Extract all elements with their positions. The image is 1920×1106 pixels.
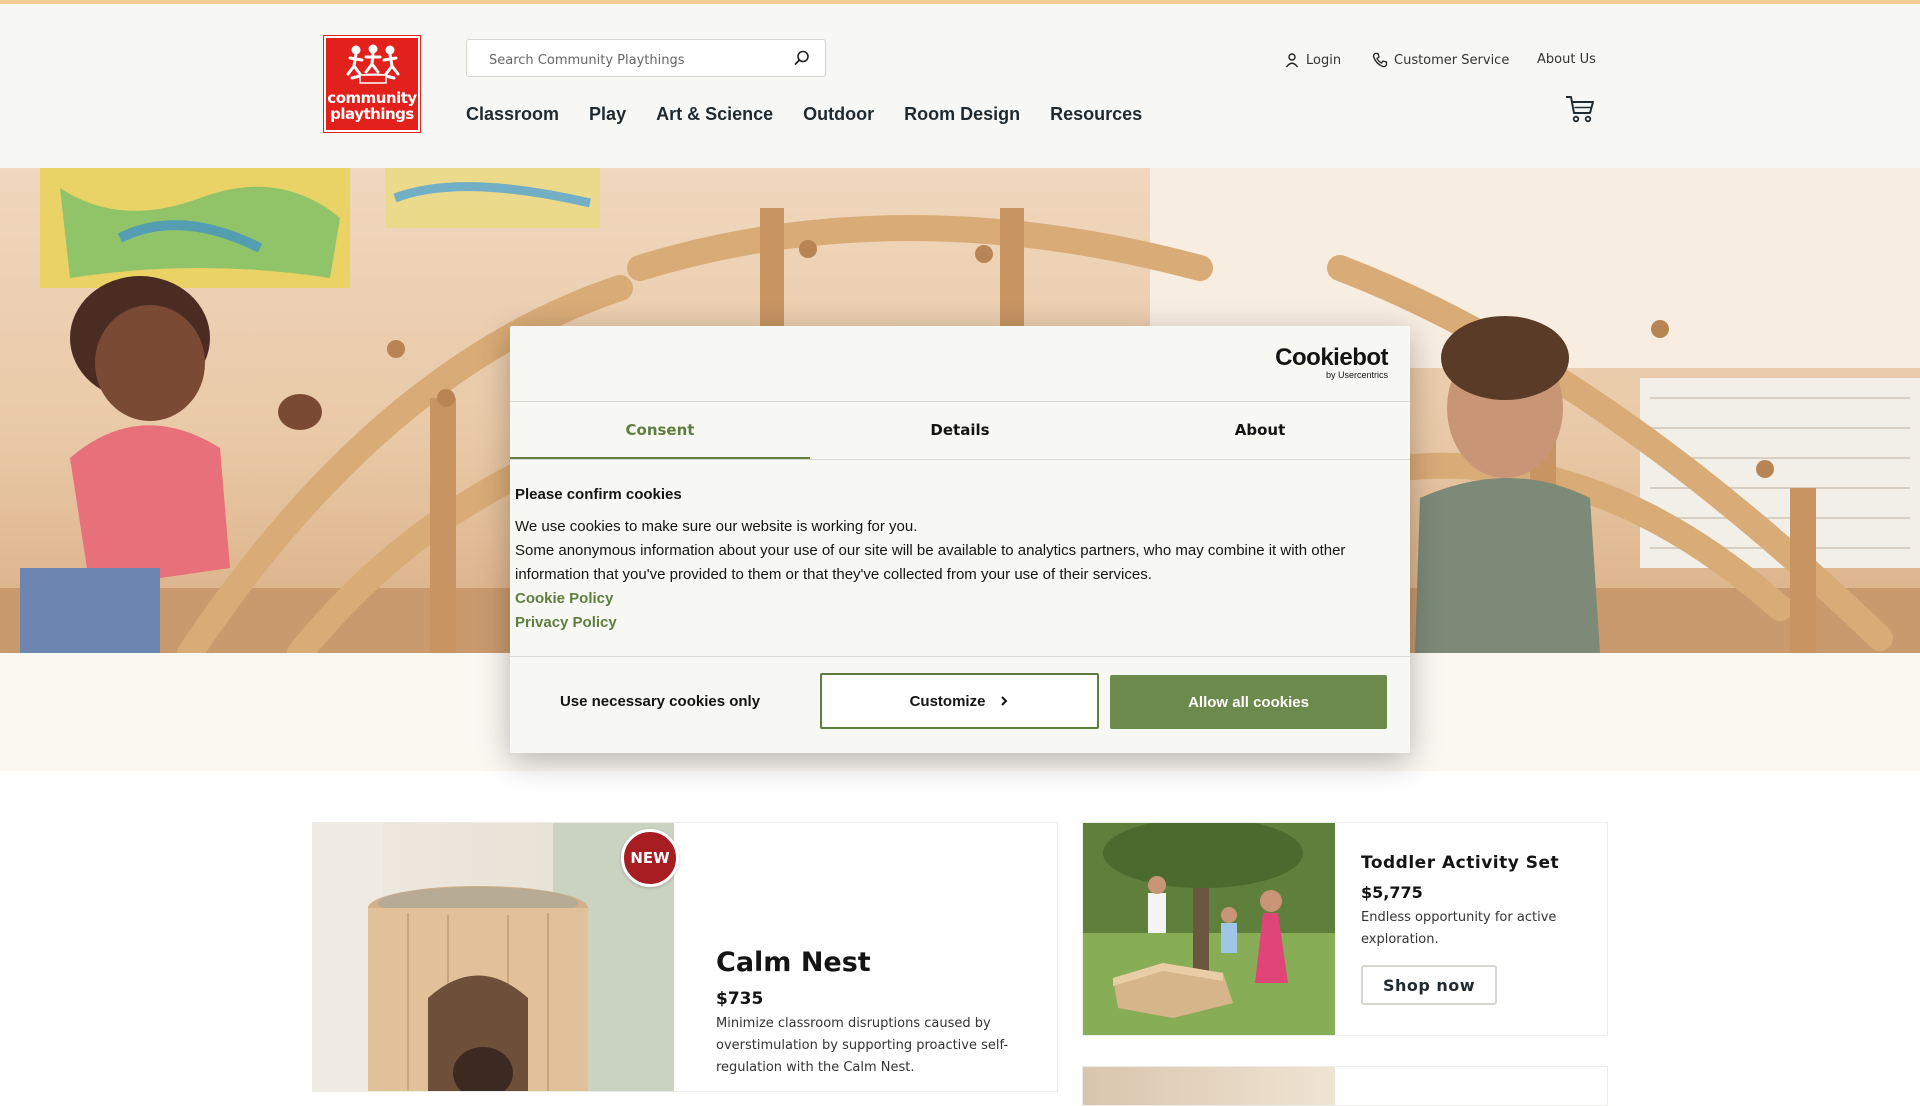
new-badge: NEW	[621, 829, 679, 887]
consent-tabs: Consent Details About	[510, 401, 1410, 460]
product-description: Endless opportunity for active explorati…	[1361, 910, 1557, 947]
allow-all-cookies-button[interactable]: Allow all cookies	[1110, 675, 1387, 729]
about-us-label: About Us	[1537, 52, 1596, 67]
privacy-policy-link[interactable]: Privacy Policy	[515, 611, 1395, 635]
main-nav: Classroom Play Art & Science Outdoor Roo…	[466, 104, 1172, 125]
next-product-image	[1083, 1067, 1335, 1105]
buttons-divider	[510, 656, 1410, 657]
logo-wordmark-bottom: playthings	[330, 105, 414, 123]
nav-play[interactable]: Play	[589, 104, 626, 125]
logo-wordmark-top: community	[327, 89, 417, 107]
consent-line-1: We use cookies to make sure our website …	[515, 518, 918, 535]
tab-consent[interactable]: Consent	[510, 401, 810, 460]
shop-now-button[interactable]: Shop now	[1361, 965, 1497, 1005]
toddler-activity-illustration	[1083, 823, 1335, 1035]
login-link[interactable]: Login	[1284, 52, 1341, 68]
customize-label: Customize	[909, 692, 986, 710]
nav-room-design[interactable]: Room Design	[904, 104, 1020, 125]
cookie-policy-link[interactable]: Cookie Policy	[515, 587, 1395, 611]
customer-service-label: Customer Service	[1394, 52, 1510, 68]
phone-icon	[1372, 52, 1388, 68]
chevron-right-icon	[1001, 696, 1008, 706]
cookiebot-logo: Cookiebot by Usercentrics	[1275, 344, 1388, 381]
toddler-activity-image	[1083, 823, 1335, 1035]
product-card-toddler-activity-set[interactable]: Toddler Activity Set $5,775 Endless oppo…	[1082, 822, 1608, 1036]
consent-line-2: Some anonymous information about your us…	[515, 542, 1346, 583]
necessary-cookies-button[interactable]: Use necessary cookies only	[510, 673, 810, 729]
search-icon[interactable]	[793, 49, 811, 67]
product-card-next[interactable]	[1082, 1066, 1608, 1106]
site-header: community playthings Classroom Play Art …	[0, 4, 1920, 168]
tab-about[interactable]: About	[1110, 401, 1410, 459]
cookiebot-subtitle: by Usercentrics	[1325, 370, 1388, 380]
product-card-calm-nest[interactable]: NEW Calm Nest $735 Minimize classroom di…	[312, 822, 1058, 1092]
logo-figures-icon	[346, 44, 400, 84]
product-description: Minimize classroom disruptions caused by…	[716, 1016, 1009, 1075]
product-title[interactable]: Toddler Activity Set	[1361, 853, 1559, 873]
nav-art-science[interactable]: Art & Science	[656, 104, 773, 125]
nav-classroom[interactable]: Classroom	[466, 104, 559, 125]
cookiebot-wordmark: Cookiebot	[1275, 344, 1388, 371]
calm-nest-image	[313, 823, 674, 1091]
nav-outdoor[interactable]: Outdoor	[803, 104, 874, 125]
tabs-divider	[510, 459, 1410, 460]
login-label: Login	[1306, 52, 1342, 68]
customize-button[interactable]: Customize	[820, 673, 1099, 729]
tab-details[interactable]: Details	[810, 401, 1110, 459]
nav-resources[interactable]: Resources	[1050, 104, 1142, 125]
search-input[interactable]	[487, 49, 791, 71]
consent-heading: Please confirm cookies	[515, 486, 682, 503]
cart-icon[interactable]	[1564, 94, 1596, 124]
search-box	[466, 39, 826, 77]
cookie-consent-dialog: Cookiebot by Usercentrics Consent Detail…	[510, 326, 1410, 753]
about-us-link[interactable]: About Us	[1537, 52, 1596, 67]
user-icon	[1285, 53, 1299, 68]
calm-nest-illustration	[313, 823, 674, 1091]
consent-text: Please confirm cookies We use cookies to…	[515, 486, 1395, 635]
product-title[interactable]: Calm Nest	[716, 947, 871, 978]
product-price: $5,775	[1361, 883, 1423, 902]
product-price: $735	[716, 989, 764, 1009]
community-playthings-logo[interactable]: community playthings	[323, 35, 421, 133]
customer-service-link[interactable]: Customer Service	[1372, 52, 1509, 68]
